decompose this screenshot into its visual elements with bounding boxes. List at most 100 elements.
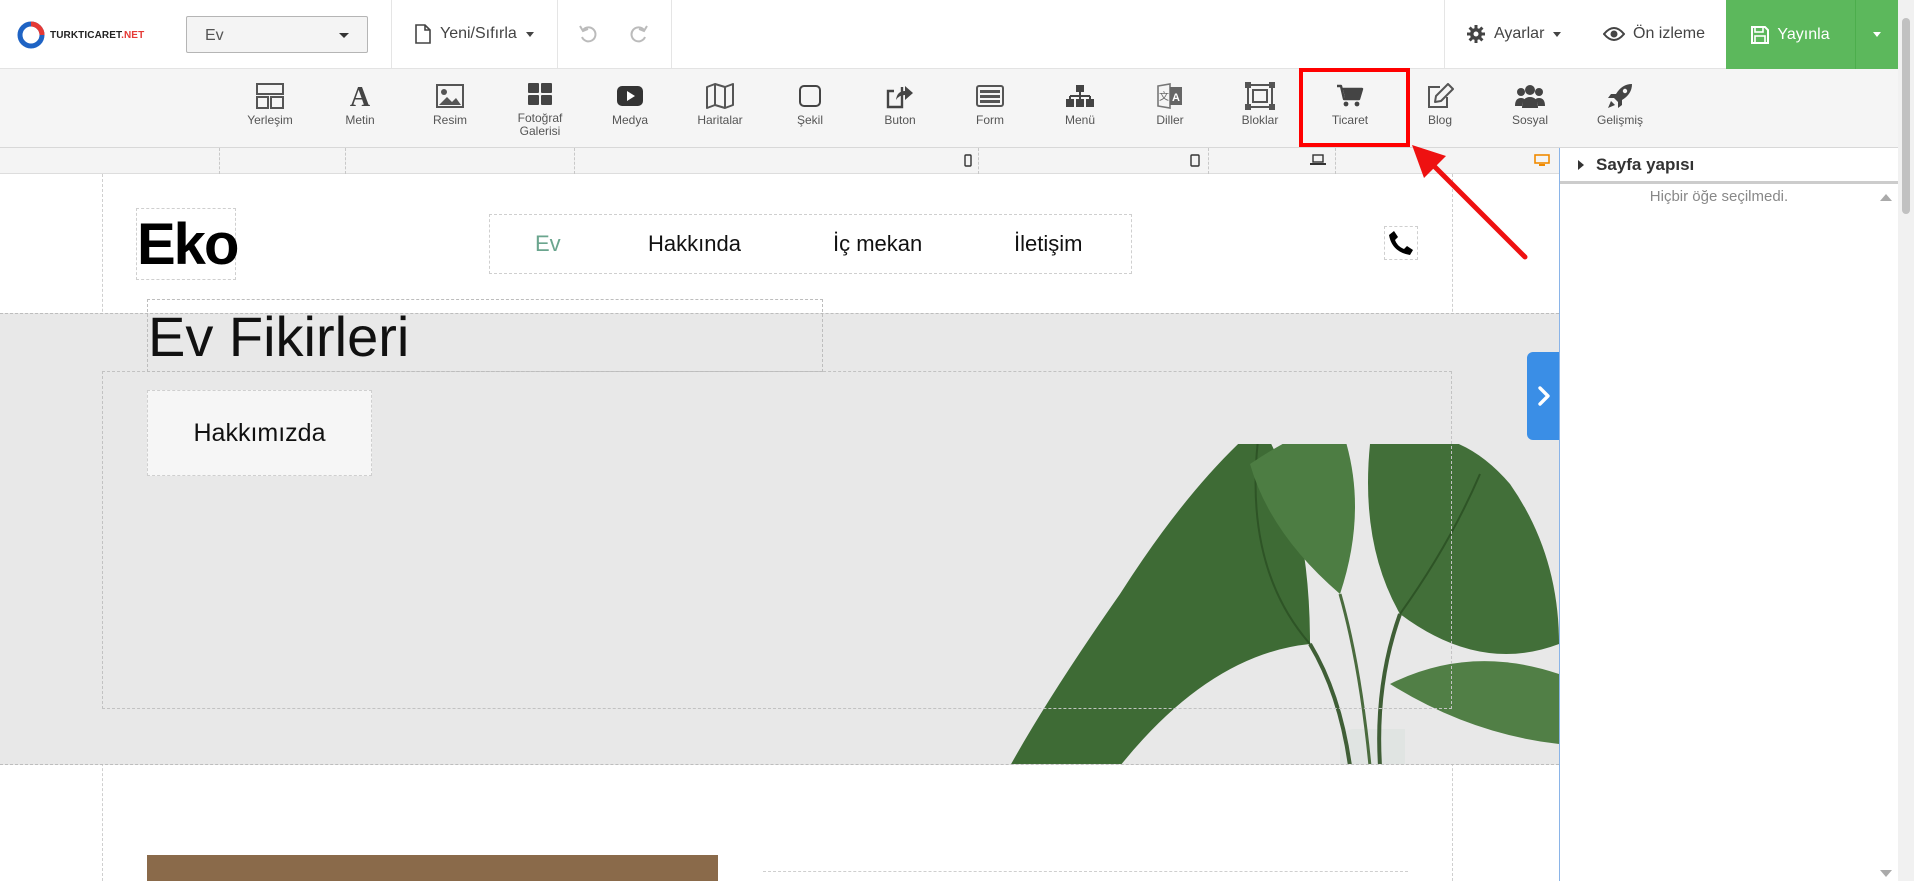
video-icon — [617, 86, 643, 106]
ribbon-label: Haritalar — [697, 113, 743, 127]
language-icon: A 文 — [1157, 83, 1182, 109]
publish-button[interactable]: Yayınla — [1726, 0, 1855, 69]
ribbon-image[interactable]: Resim — [405, 81, 495, 145]
page-select-value: Ev — [205, 27, 224, 44]
panel-empty-message: Hiçbir öğe seçilmedi. — [1649, 188, 1789, 205]
content-text-frame[interactable] — [763, 871, 1408, 881]
blocks-icon — [1245, 82, 1275, 110]
users-icon — [1515, 85, 1545, 108]
element-ribbon: Yerleşim A Metin Resim Fotoğraf Galerisi… — [0, 69, 1898, 148]
nav-item-contact[interactable]: İletişim — [1014, 231, 1082, 257]
ribbon-layout[interactable]: Yerleşim — [225, 81, 315, 145]
ribbon-languages[interactable]: A 文 Diller — [1125, 81, 1215, 145]
desktop-icon[interactable] — [1534, 154, 1550, 167]
page-select[interactable]: Ev — [186, 16, 368, 53]
ribbon-label: Fotoğraf Galerisi — [517, 111, 563, 138]
panel-header[interactable]: Sayfa yapısı — [1560, 148, 1898, 184]
shape-icon — [799, 85, 821, 107]
ribbon-label: Bloklar — [1241, 113, 1279, 127]
gallery-icon — [528, 83, 552, 105]
ribbon-label: Gelişmiş — [1596, 113, 1643, 127]
ribbon-label: Şekil — [796, 113, 823, 127]
content-image[interactable] — [147, 855, 718, 881]
ribbon-advanced[interactable]: Gelişmiş — [1575, 81, 1665, 145]
ribbon-media[interactable]: Medya — [585, 81, 675, 145]
divider — [391, 0, 392, 68]
redo-button[interactable] — [627, 0, 657, 68]
logo-text: TURKTICARET.NET — [50, 29, 145, 41]
chevron-down-icon — [525, 31, 534, 37]
text-icon: A — [350, 83, 371, 109]
divider — [557, 0, 558, 68]
site-brand[interactable]: Eko — [136, 208, 239, 280]
hero-section[interactable] — [0, 313, 1559, 765]
ribbon-label: Menü — [1064, 113, 1096, 127]
preview-label: Ön izleme — [1633, 25, 1706, 42]
preview-button[interactable]: Ön izleme — [1603, 0, 1705, 68]
window-scrollbar[interactable] — [1898, 0, 1914, 881]
chevron-down-icon — [1553, 31, 1562, 37]
ribbon-social[interactable]: Sosyal — [1485, 81, 1575, 145]
ribbon-menu[interactable]: Menü — [1035, 81, 1125, 145]
top-toolbar: TURKTICARET.NET Ev Yeni/Sıfırla Ayarlar … — [0, 0, 1914, 69]
button-share-icon — [886, 86, 913, 109]
map-icon — [706, 83, 734, 109]
rocket-icon — [1608, 84, 1632, 108]
phone-icon[interactable] — [1384, 226, 1418, 260]
ribbon-label: Form — [976, 113, 1004, 127]
nav-item-about[interactable]: Hakkında — [648, 231, 741, 257]
ribbon-label: Diller — [1156, 113, 1184, 127]
save-icon — [1751, 25, 1770, 44]
file-icon — [415, 24, 431, 44]
mobile-icon[interactable] — [964, 154, 972, 167]
hero-title[interactable]: Ev Fikirleri — [147, 299, 823, 372]
ribbon-maps[interactable]: Haritalar — [675, 81, 765, 145]
svg-text:A: A — [1172, 92, 1180, 104]
caret-right-icon — [1578, 159, 1584, 170]
blog-edit-icon — [1428, 83, 1454, 108]
divider — [1444, 0, 1445, 68]
ribbon-text[interactable]: A Metin — [315, 81, 405, 145]
panel-title: Sayfa yapısı — [1596, 154, 1695, 174]
image-icon — [436, 84, 464, 108]
tablet-icon[interactable] — [1190, 154, 1200, 167]
nav-item-home[interactable]: Ev — [535, 231, 561, 257]
undo-icon — [579, 25, 597, 43]
ribbon-button[interactable]: Buton — [855, 81, 945, 145]
logo-ring-icon — [17, 21, 45, 49]
settings-button[interactable]: Ayarlar — [1466, 0, 1562, 68]
ribbon-label: Yerleşim — [247, 113, 293, 127]
ribbon-blocks[interactable]: Bloklar — [1215, 81, 1305, 145]
site-nav-menu[interactable]: Ev Hakkında İç mekan İletişim — [489, 214, 1132, 274]
chevron-right-icon — [1537, 386, 1550, 406]
commerce-highlight-box — [1299, 68, 1410, 147]
ribbon-form[interactable]: Form — [945, 81, 1035, 145]
editor-canvas[interactable]: Eko Ev Hakkında İç mekan İletişim Ev Fik… — [0, 174, 1559, 881]
settings-label: Ayarlar — [1494, 25, 1545, 42]
scroll-up-icon[interactable] — [1880, 194, 1892, 201]
hero-about-button[interactable]: Hakkımızda — [147, 390, 372, 476]
redo-icon — [630, 25, 648, 43]
ribbon-label: Metin — [345, 113, 375, 127]
eye-icon — [1603, 27, 1625, 41]
gear-icon — [1467, 25, 1485, 43]
layout-icon — [256, 83, 284, 109]
ribbon-shape[interactable]: Şekil — [765, 81, 855, 145]
ribbon-gallery[interactable]: Fotoğraf Galerisi — [495, 79, 585, 143]
laptop-icon[interactable] — [1310, 154, 1326, 166]
nav-item-interior[interactable]: İç mekan — [833, 231, 922, 257]
new-reset-button[interactable]: Yeni/Sıfırla — [414, 0, 534, 68]
scrollbar-thumb[interactable] — [1902, 18, 1910, 214]
divider — [671, 0, 672, 68]
panel-toggle-button[interactable] — [1527, 352, 1560, 440]
svg-text:文: 文 — [1159, 90, 1169, 103]
chevron-down-icon — [1873, 32, 1881, 37]
new-reset-label: Yeni/Sıfırla — [440, 25, 517, 42]
publish-label: Yayınla — [1777, 25, 1830, 43]
chevron-down-icon — [339, 33, 349, 38]
turkticaret-logo[interactable]: TURKTICARET.NET — [16, 20, 144, 50]
sitemap-icon — [1066, 85, 1094, 107]
undo-button[interactable] — [578, 0, 608, 68]
scroll-down-icon[interactable] — [1880, 870, 1892, 877]
publish-dropdown-button[interactable] — [1855, 0, 1898, 69]
